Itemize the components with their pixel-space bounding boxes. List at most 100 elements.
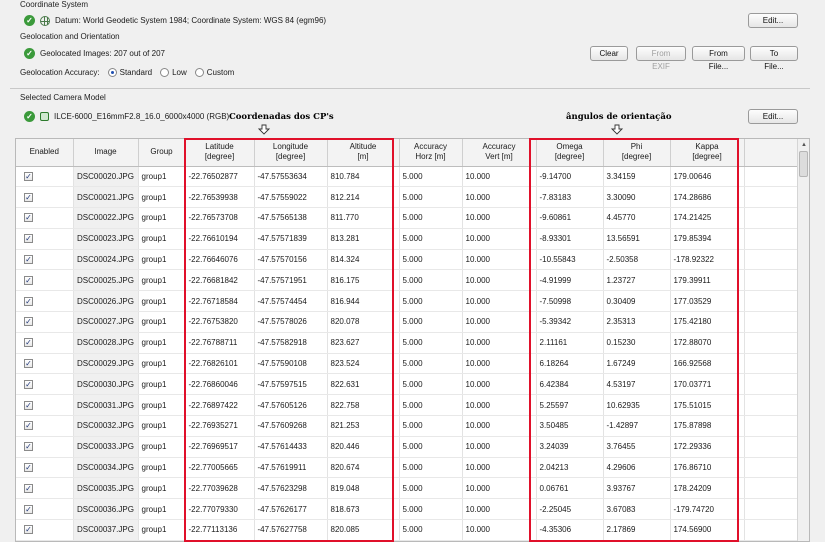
table-row[interactable]: ✓ DSC00034.JPG group1 -22.77005665 -47.57619…: [16, 457, 800, 479]
clear-button[interactable]: Clear: [590, 46, 628, 61]
phi-cell: 0.15230: [603, 332, 671, 354]
filler-cell: [744, 519, 800, 541]
enabled-checkbox[interactable]: ✓: [24, 275, 33, 285]
enabled-checkbox[interactable]: ✓: [24, 317, 33, 327]
enabled-checkbox[interactable]: ✓: [24, 483, 33, 493]
phi-cell: 3.34159: [603, 166, 671, 188]
group-cell: group1: [138, 457, 186, 479]
table-row[interactable]: ✓ DSC00037.JPG group1 -22.77113136 -47.57627…: [16, 519, 800, 541]
column-header-kappa[interactable]: Kappa [degree]: [670, 139, 745, 167]
omega-cell: -4.91999: [536, 269, 604, 292]
table-row[interactable]: ✓ DSC00033.JPG group1 -22.76969517 -47.57614…: [16, 436, 800, 458]
filler-cell: [744, 166, 800, 188]
longitude-cell: -47.57582918: [254, 332, 328, 354]
column-header-omega[interactable]: Omega [degree]: [536, 139, 604, 167]
accuracy-label: Geolocation Accuracy:: [20, 68, 100, 77]
camera-model-edit-button[interactable]: Edit...: [748, 109, 798, 124]
image-cell: DSC00036.JPG: [73, 498, 139, 521]
enabled-checkbox[interactable]: ✓: [24, 400, 33, 410]
from-file-button[interactable]: From File...: [692, 46, 745, 71]
column-header-image[interactable]: Image: [73, 139, 139, 167]
group-cell: group1: [138, 332, 186, 354]
accuracy-horz-cell: 5.000: [399, 498, 463, 521]
image-cell: DSC00034.JPG: [73, 457, 139, 479]
column-header-enabled[interactable]: Enabled: [16, 139, 74, 167]
table-row[interactable]: ✓ DSC00025.JPG group1 -22.76681842 -47.57571…: [16, 269, 800, 292]
scrollbar-thumb[interactable]: [799, 151, 808, 177]
column-header-accuracy-vert[interactable]: Accuracy Vert [m]: [462, 139, 537, 167]
table-row[interactable]: ✓ DSC00030.JPG group1 -22.76860046 -47.57597…: [16, 373, 800, 396]
accuracy-radio-custom[interactable]: Custom: [194, 68, 234, 77]
table-row[interactable]: ✓ DSC00023.JPG group1 -22.76610194 -47.57571…: [16, 228, 800, 250]
geolocated-row: ✓ Geolocated Images: 207 out of 207: [24, 48, 165, 59]
latitude-cell: -22.76753820: [185, 311, 255, 333]
enabled-checkbox[interactable]: ✓: [24, 525, 33, 535]
enabled-checkbox[interactable]: ✓: [24, 213, 33, 223]
enabled-checkbox[interactable]: ✓: [24, 192, 33, 202]
column-header-longitude[interactable]: Longitude [degree]: [254, 139, 328, 167]
accuracy-horz-cell: 5.000: [399, 373, 463, 396]
enabled-checkbox[interactable]: ✓: [24, 338, 33, 348]
vertical-scrollbar[interactable]: ▲: [797, 139, 809, 541]
enabled-checkbox[interactable]: ✓: [24, 421, 33, 431]
table-row[interactable]: ✓ DSC00027.JPG group1 -22.76753820 -47.57578…: [16, 311, 800, 333]
enabled-checkbox[interactable]: ✓: [24, 379, 33, 389]
image-cell: DSC00024.JPG: [73, 249, 139, 271]
column-header-accuracy-horz[interactable]: Accuracy Horz [m]: [399, 139, 463, 167]
omega-cell: -2.25045: [536, 498, 604, 521]
column-header-group[interactable]: Group: [138, 139, 186, 167]
omega-cell: 6.42384: [536, 373, 604, 396]
column-header-latitude[interactable]: Latitude [degree]: [185, 139, 255, 167]
geolocation-label: Geolocation and Orientation: [20, 32, 120, 41]
table-row[interactable]: ✓ DSC00022.JPG group1 -22.76573708 -47.57565…: [16, 207, 800, 229]
filler-cell: [744, 373, 800, 396]
table-row[interactable]: ✓ DSC00029.JPG group1 -22.76826101 -47.57590…: [16, 353, 800, 375]
altitude-cell: 810.784: [327, 166, 400, 188]
table-row[interactable]: ✓ DSC00031.JPG group1 -22.76897422 -47.57605…: [16, 394, 800, 417]
enabled-checkbox[interactable]: ✓: [24, 171, 33, 181]
enabled-checkbox[interactable]: ✓: [24, 234, 33, 244]
altitude-cell: 822.631: [327, 373, 400, 396]
enabled-cell: ✓: [16, 186, 74, 209]
to-file-button[interactable]: To File...: [750, 46, 798, 71]
table-row[interactable]: ✓ DSC00035.JPG group1 -22.77039628 -47.57623…: [16, 477, 800, 500]
accuracy-vert-cell: 10.000: [462, 477, 537, 500]
latitude-cell: -22.76860046: [185, 373, 255, 396]
table-row[interactable]: ✓ DSC00028.JPG group1 -22.76788711 -47.57582…: [16, 332, 800, 354]
accuracy-vert-cell: 10.000: [462, 457, 537, 479]
scroll-up-icon[interactable]: ▲: [801, 142, 807, 148]
filler-cell: [744, 186, 800, 209]
enabled-cell: ✓: [16, 415, 74, 437]
accuracy-radio-standard[interactable]: Standard: [107, 68, 152, 77]
accuracy-radio-low[interactable]: Low: [160, 68, 187, 77]
column-header-altitude[interactable]: Altitude [m]: [327, 139, 400, 167]
enabled-checkbox[interactable]: ✓: [24, 296, 33, 306]
table-row[interactable]: ✓ DSC00021.JPG group1 -22.76539938 -47.57559…: [16, 186, 800, 209]
longitude-cell: -47.57553634: [254, 166, 328, 188]
enabled-cell: ✓: [16, 249, 74, 271]
omega-cell: 5.25597: [536, 394, 604, 417]
image-cell: DSC00022.JPG: [73, 207, 139, 229]
enabled-cell: ✓: [16, 290, 74, 313]
altitude-cell: 816.944: [327, 290, 400, 313]
omega-cell: 2.04213: [536, 457, 604, 479]
table-row[interactable]: ✓ DSC00020.JPG group1 -22.76502877 -47.57553…: [16, 166, 800, 188]
kappa-cell: -178.92322: [670, 249, 745, 271]
image-cell: DSC00021.JPG: [73, 186, 139, 209]
longitude-cell: -47.57590108: [254, 353, 328, 375]
column-header-phi[interactable]: Phi [degree]: [603, 139, 671, 167]
altitude-cell: 820.674: [327, 457, 400, 479]
accuracy-vert-cell: 10.000: [462, 415, 537, 437]
enabled-checkbox[interactable]: ✓: [24, 442, 33, 452]
table-row[interactable]: ✓ DSC00036.JPG group1 -22.77079330 -47.57626…: [16, 498, 800, 521]
table-row[interactable]: ✓ DSC00024.JPG group1 -22.76646076 -47.57570…: [16, 249, 800, 271]
enabled-checkbox[interactable]: ✓: [24, 255, 33, 265]
table-row[interactable]: ✓ DSC00032.JPG group1 -22.76935271 -47.57609…: [16, 415, 800, 437]
enabled-checkbox[interactable]: ✓: [24, 463, 33, 473]
table-row[interactable]: ✓ DSC00026.JPG group1 -22.76718584 -47.57574…: [16, 290, 800, 313]
enabled-checkbox[interactable]: ✓: [24, 359, 33, 369]
enabled-checkbox[interactable]: ✓: [24, 504, 33, 514]
coordinate-system-edit-button[interactable]: Edit...: [748, 13, 798, 28]
phi-cell: 2.35313: [603, 311, 671, 333]
filler-cell: [744, 436, 800, 458]
